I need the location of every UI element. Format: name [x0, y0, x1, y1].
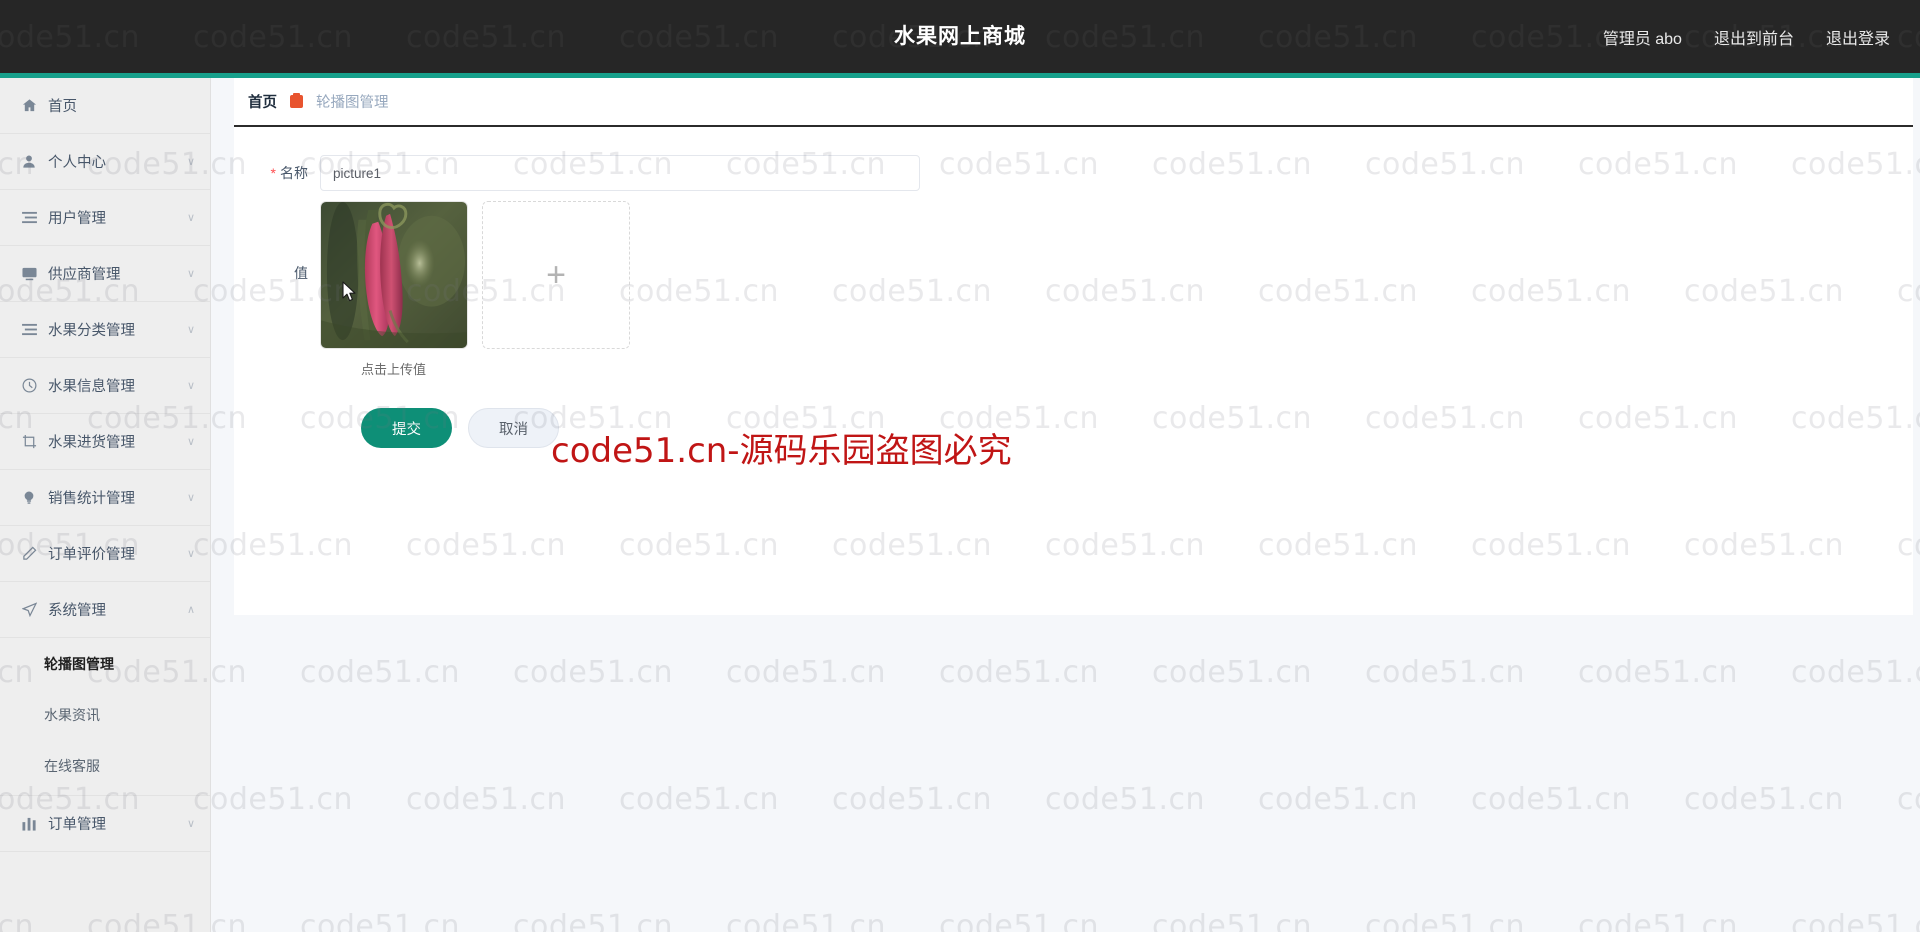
value-upload-row: 值 + [234, 201, 1913, 349]
sidebar-item-user-management[interactable]: 用户管理 ∨ [0, 190, 210, 246]
header-user-actions: 管理员 abo 退出到前台 退出登录 [1603, 0, 1890, 73]
upload-add-button[interactable]: + [482, 201, 630, 349]
sidebar-item-supplier-management[interactable]: 供应商管理 ∨ [0, 246, 210, 302]
chevron-down-icon: ∨ [186, 212, 196, 224]
sidebar-subitem-online-service[interactable]: 在线客服 [0, 740, 210, 791]
cancel-button[interactable]: 取消 [468, 408, 559, 448]
monitor-icon [18, 265, 40, 283]
list-icon [18, 209, 40, 227]
sidebar-subitem-carousel-management[interactable]: 轮播图管理 [0, 638, 210, 689]
exit-to-frontend-link[interactable]: 退出到前台 [1714, 25, 1794, 49]
chevron-down-icon: ∨ [186, 324, 196, 336]
sidebar-item-fruit-info-management[interactable]: 水果信息管理 ∨ [0, 358, 210, 414]
sidebar-item-order-review-management[interactable]: 订单评价管理 ∨ [0, 526, 210, 582]
upload-hint-text: 点击上传值 [361, 362, 427, 377]
sidebar-item-sales-statistics-management[interactable]: 销售统计管理 ∨ [0, 470, 210, 526]
uploaded-image-thumbnail[interactable] [320, 201, 468, 349]
chevron-down-icon: ∨ [186, 380, 196, 392]
bulb-icon [18, 489, 40, 507]
sidebar-item-home[interactable]: 首页 [0, 78, 210, 134]
chevron-up-icon: ∧ [186, 604, 196, 616]
sidebar-item-label: 供应商管理 [48, 267, 121, 283]
chevron-down-icon: ∨ [186, 156, 196, 168]
flower-photo [321, 202, 467, 348]
sidebar-item-label: 水果分类管理 [48, 323, 135, 339]
sidebar-item-label: 销售统计管理 [48, 491, 135, 507]
sidebar-item-label: 系统管理 [48, 603, 106, 619]
carousel-edit-card: 首页 轮播图管理 *名称 值 [234, 78, 1913, 615]
chevron-down-icon: ∨ [186, 818, 196, 830]
name-field-row: * 名称 [234, 155, 1913, 191]
value-field-label: 值 [294, 265, 308, 281]
sidebar-item-label: 用户管理 [48, 211, 106, 227]
breadcrumb: 首页 轮播图管理 [234, 78, 1913, 127]
sidebar-item-label: 订单评价管理 [48, 547, 135, 563]
sidebar-subitem-fruit-news[interactable]: 水果资讯 [0, 689, 210, 740]
sidebar-item-order-management[interactable]: 订单管理 ∨ [0, 796, 210, 852]
sidebar-item-personal-center[interactable]: 个人中心 ∨ [0, 134, 210, 190]
submit-button[interactable]: 提交 [361, 408, 452, 448]
chevron-down-icon: ∨ [186, 492, 196, 504]
send-icon [18, 601, 40, 619]
form-action-buttons: 提交 取消 [320, 408, 1913, 448]
edit-icon [18, 545, 40, 563]
user-icon [18, 153, 40, 171]
clock-icon [18, 377, 40, 395]
main-content-area: 首页 轮播图管理 *名称 值 [211, 78, 1920, 932]
sidebar-item-label: 水果信息管理 [48, 379, 135, 395]
crop-icon [18, 433, 40, 451]
required-asterisk: * [270, 165, 276, 181]
sidebar-item-label: 订单管理 [48, 817, 106, 833]
chevron-down-icon: ∨ [186, 548, 196, 560]
name-label-text: 名称 [280, 165, 308, 181]
top-header-bar: 水果网上商城 管理员 abo 退出到前台 退出登录 [0, 0, 1920, 78]
chart-icon [18, 815, 40, 833]
sidebar-item-fruit-purchase-management[interactable]: 水果进货管理 ∨ [0, 414, 210, 470]
breadcrumb-separator-icon [290, 93, 303, 108]
sidebar-item-system-management[interactable]: 系统管理 ∧ [0, 582, 210, 638]
sidebar-item-label: 首页 [48, 99, 77, 115]
breadcrumb-current-page: 轮播图管理 [316, 95, 389, 111]
carousel-form: *名称 值 [234, 127, 1913, 448]
logout-link[interactable]: 退出登录 [1826, 25, 1890, 49]
chevron-down-icon: ∨ [186, 268, 196, 280]
system-management-submenu: 轮播图管理 水果资讯 在线客服 [0, 638, 210, 796]
sidebar-item-label: 水果进货管理 [48, 435, 135, 451]
breadcrumb-home-link[interactable]: 首页 [248, 91, 277, 112]
sidebar-nav: 首页 个人中心 ∨ 用户管理 ∨ 供应商管理 ∨ 水果分类管理 ∨ 水果信息管理 [0, 78, 211, 932]
list-icon [18, 321, 40, 339]
current-user-label[interactable]: 管理员 abo [1603, 25, 1682, 49]
name-input[interactable] [320, 155, 920, 191]
sidebar-item-label: 个人中心 [48, 155, 106, 171]
sidebar-item-fruit-category-management[interactable]: 水果分类管理 ∨ [0, 302, 210, 358]
name-field-label: * 名称 [234, 155, 320, 191]
chevron-down-icon: ∨ [186, 436, 196, 448]
home-icon [18, 97, 40, 115]
